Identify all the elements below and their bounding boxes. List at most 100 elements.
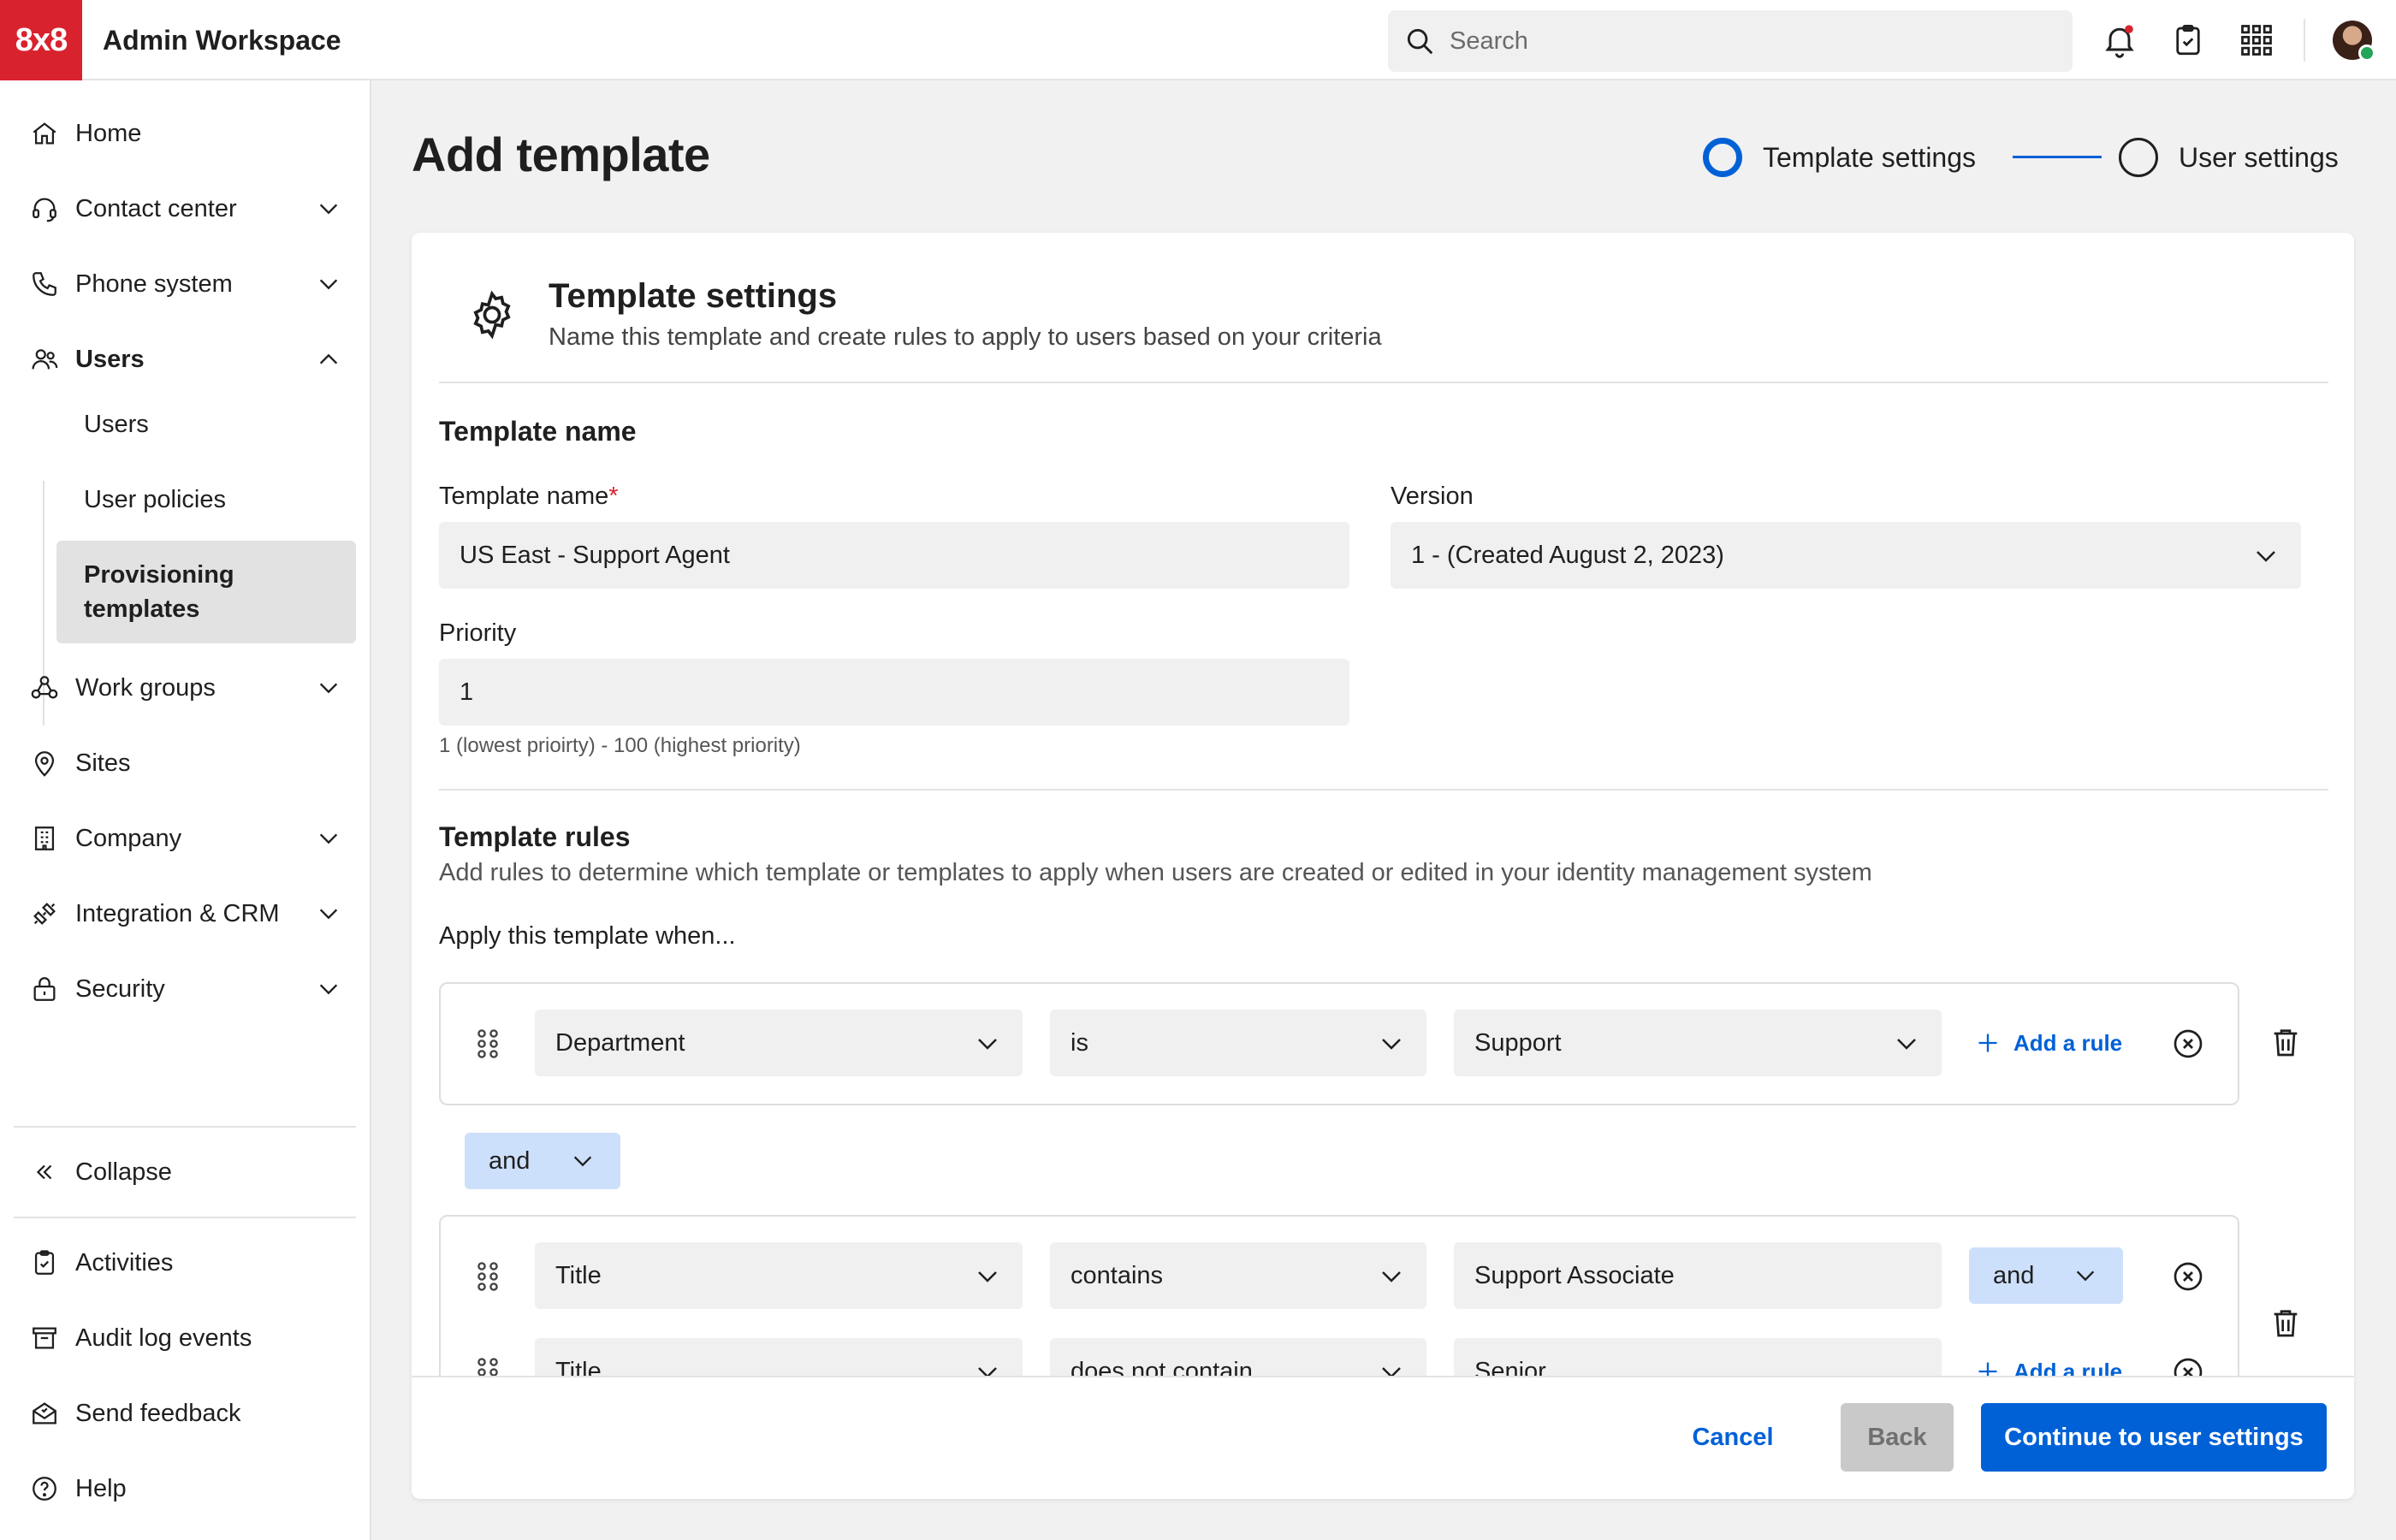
feedback-icon — [29, 1398, 60, 1429]
priority-input[interactable] — [460, 678, 1349, 707]
chevron-down-icon — [317, 197, 341, 221]
step-template-settings[interactable]: Template settings — [1703, 135, 1976, 180]
delete-rule-group-button[interactable] — [2267, 1023, 2304, 1061]
sidebar-item-activities[interactable]: Activities — [14, 1232, 356, 1294]
sidebar-item-users[interactable]: Users — [14, 329, 356, 390]
sidebar-item-label: Collapse — [75, 1158, 172, 1186]
sidebar-item-phone-system[interactable]: Phone system — [14, 253, 356, 315]
sidebar-item-company[interactable]: Company — [14, 808, 356, 869]
sidebar-item-integration-crm[interactable]: Integration & CRM — [14, 883, 356, 945]
double-chevron-left-icon — [29, 1157, 60, 1188]
template-name-section-title: Template name — [439, 416, 637, 447]
joiner-value: and — [1993, 1261, 2035, 1289]
building-icon — [29, 823, 60, 854]
step-user-settings[interactable]: User settings — [2119, 135, 2339, 180]
chevron-down-icon — [571, 1149, 595, 1173]
template-name-label: Template name* — [439, 483, 619, 511]
app-grid-icon — [2238, 21, 2275, 59]
page-title: Add template — [412, 127, 710, 181]
headset-icon — [29, 193, 60, 224]
sidebar-item-audit-log-events[interactable]: Audit log events — [14, 1307, 356, 1369]
plus-icon — [1976, 1031, 2000, 1055]
rule-field-value: Title — [555, 1261, 602, 1289]
drag-handle-icon[interactable] — [477, 1261, 499, 1292]
rule-field-select[interactable]: Department — [535, 1010, 1023, 1076]
sidebar-item-contact-center[interactable]: Contact center — [14, 178, 356, 240]
rule-joiner-select[interactable]: and — [1969, 1247, 2123, 1304]
connector-value: and — [489, 1146, 531, 1175]
app-title: Admin Workspace — [103, 25, 341, 56]
remove-rule-button[interactable] — [2169, 1258, 2207, 1295]
top-bar: 8x8 Admin Workspace — [0, 0, 2396, 80]
sidebar-subitem-users[interactable]: Users — [56, 394, 356, 455]
sidebar-item-home[interactable]: Home — [14, 103, 356, 164]
rule-operator-select[interactable]: is — [1050, 1010, 1426, 1076]
tasks-button[interactable] — [2167, 19, 2209, 62]
sidebar-item-label: Integration & CRM — [75, 899, 280, 927]
group-connector-select[interactable]: and — [465, 1133, 620, 1189]
sidebar-subitem-user-policies[interactable]: User policies — [56, 469, 356, 530]
required-mark: * — [608, 483, 619, 510]
chevron-down-icon — [1894, 1031, 1919, 1057]
template-rules-description: Add rules to determine which template or… — [439, 859, 1872, 886]
chevron-down-icon — [317, 826, 341, 850]
continue-button[interactable]: Continue to user settings — [1981, 1403, 2327, 1472]
rule-operator-select[interactable]: contains — [1050, 1242, 1426, 1309]
search-bar[interactable] — [1388, 10, 2073, 72]
sidebar-item-sites[interactable]: Sites — [14, 732, 356, 794]
chevron-down-icon — [317, 676, 341, 700]
clipboard-check-icon — [2170, 22, 2206, 58]
remove-rule-button[interactable] — [2169, 1025, 2207, 1063]
rule-group: Department is Support Add a rule — [439, 982, 2239, 1105]
chevron-down-icon — [317, 977, 341, 1001]
chevron-down-icon — [975, 1264, 1000, 1289]
template-name-field[interactable] — [439, 522, 1349, 589]
chevron-up-icon — [317, 347, 341, 371]
sidebar-item-help[interactable]: Help — [14, 1458, 356, 1519]
drag-handle-icon[interactable] — [477, 1028, 499, 1059]
delete-rule-group-button[interactable] — [2267, 1304, 2304, 1342]
priority-label: Priority — [439, 619, 517, 647]
sidebar-item-label: Send feedback — [75, 1399, 241, 1427]
step-label: Template settings — [1763, 141, 1977, 173]
chevron-down-icon — [2073, 1264, 2097, 1288]
version-select-value: 1 - (Created August 2, 2023) — [1411, 541, 1724, 569]
card-subtitle: Name this template and create rules to a… — [549, 323, 1382, 351]
template-name-input[interactable] — [460, 541, 1349, 570]
sidebar-item-send-feedback[interactable]: Send feedback — [14, 1383, 356, 1444]
sidebar-item-label: Contact center — [75, 194, 237, 222]
rule-value: Support Associate — [1474, 1261, 1675, 1289]
version-select[interactable]: 1 - (Created August 2, 2023) — [1391, 522, 2301, 589]
sidebar-item-label: Sites — [75, 749, 131, 777]
help-icon — [29, 1473, 60, 1504]
search-icon — [1403, 25, 1436, 57]
search-input[interactable] — [1450, 27, 2049, 56]
cancel-button[interactable]: Cancel — [1673, 1403, 1793, 1472]
step-indicator — [2119, 138, 2158, 177]
sidebar-item-label: Company — [75, 824, 182, 852]
gear-icon — [465, 287, 519, 342]
priority-field[interactable] — [439, 659, 1349, 726]
rule-value-input[interactable]: Support Associate — [1454, 1242, 1942, 1309]
notifications-button[interactable] — [2098, 19, 2141, 62]
add-rule-button[interactable]: Add a rule — [1976, 1022, 2122, 1064]
collapse-button[interactable]: Collapse — [14, 1141, 356, 1203]
rule-field-select[interactable]: Title — [535, 1242, 1023, 1309]
add-rule-label: Add a rule — [2013, 1029, 2123, 1056]
toolbar-divider — [2304, 19, 2305, 62]
apps-button[interactable] — [2235, 19, 2278, 62]
sidebar-item-label: Work groups — [75, 673, 216, 702]
rule-field-value: Department — [555, 1028, 685, 1057]
work-groups-icon — [29, 672, 60, 703]
back-button[interactable]: Back — [1841, 1403, 1954, 1472]
card-title: Template settings — [549, 277, 838, 315]
sidebar-item-label: Audit log events — [75, 1324, 252, 1352]
sidebar-item-work-groups[interactable]: Work groups — [14, 657, 356, 719]
bell-icon — [2101, 21, 2138, 59]
lock-icon — [29, 974, 60, 1004]
rule-operator-value: contains — [1070, 1261, 1164, 1289]
sidebar-subitem-provisioning-templates[interactable]: Provisioning templates — [56, 541, 356, 643]
rule-value-select[interactable]: Support — [1454, 1010, 1942, 1076]
brand-logo[interactable]: 8x8 — [0, 0, 82, 80]
sidebar-item-security[interactable]: Security — [14, 958, 356, 1020]
